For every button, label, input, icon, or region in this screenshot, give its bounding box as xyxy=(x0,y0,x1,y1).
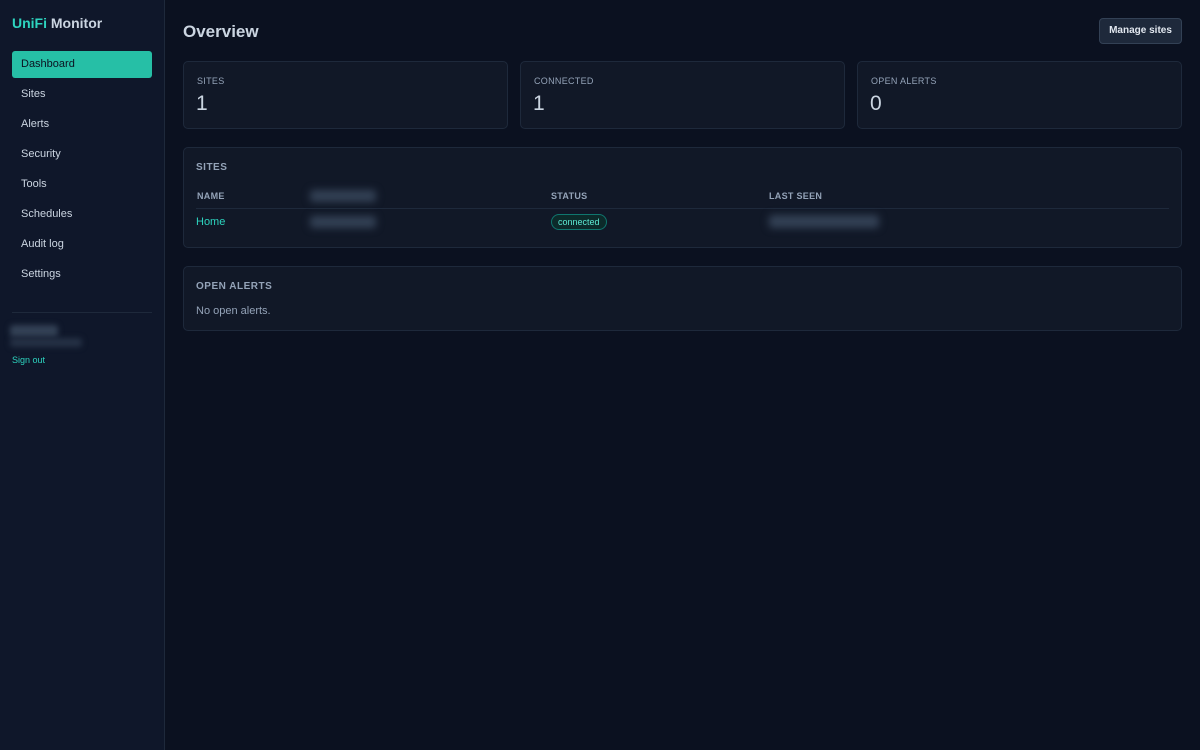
sidebar-item-audit-log[interactable]: Audit log xyxy=(12,231,152,258)
brand-accent: UniFi xyxy=(12,15,47,31)
panel-title: SITES xyxy=(196,162,228,173)
status-badge: connected xyxy=(551,214,607,230)
panel-title: OPEN ALERTS xyxy=(196,281,273,292)
redacted-user-email xyxy=(10,338,82,347)
redacted-last-seen xyxy=(769,215,879,228)
sidebar-item-alerts[interactable]: Alerts xyxy=(12,111,152,138)
page-title: Overview xyxy=(183,22,259,41)
table-divider xyxy=(196,208,1169,209)
site-name-link[interactable]: Home xyxy=(196,216,225,228)
empty-alerts-message: No open alerts. xyxy=(196,305,271,317)
redacted-header-field xyxy=(310,190,376,202)
stat-value: 1 xyxy=(533,92,545,115)
sidebar-item-settings[interactable]: Settings xyxy=(12,261,152,288)
stat-card-connected: CONNECTED 1 xyxy=(520,61,845,129)
sidebar-item-dashboard[interactable]: Dashboard xyxy=(12,51,152,78)
sidebar-item-schedules[interactable]: Schedules xyxy=(12,201,152,228)
main-content: Overview Manage sites SITES 1 CONNECTED … xyxy=(183,0,1182,750)
stat-label: CONNECTED xyxy=(534,76,594,86)
column-header-name: NAME xyxy=(197,191,225,201)
manage-sites-button[interactable]: Manage sites xyxy=(1099,18,1182,44)
sidebar: UniFi Monitor Dashboard Sites Alerts Sec… xyxy=(0,0,165,750)
sign-out-link[interactable]: Sign out xyxy=(12,355,45,365)
sites-panel: SITES NAME STATUS LAST SEEN Home connect… xyxy=(183,147,1182,248)
redacted-user-name xyxy=(10,325,58,337)
stat-card-open-alerts: OPEN ALERTS 0 xyxy=(857,61,1182,129)
sidebar-item-security[interactable]: Security xyxy=(12,141,152,168)
stat-label: SITES xyxy=(197,76,225,86)
column-header-status: STATUS xyxy=(551,191,588,201)
app-brand: UniFi Monitor xyxy=(12,15,102,31)
stat-value: 0 xyxy=(870,92,882,115)
brand-rest: Monitor xyxy=(47,15,103,31)
column-header-last-seen: LAST SEEN xyxy=(769,191,823,201)
stat-card-sites: SITES 1 xyxy=(183,61,508,129)
sidebar-divider xyxy=(12,312,152,313)
sidebar-item-sites[interactable]: Sites xyxy=(12,81,152,108)
redacted-site-id xyxy=(310,216,376,228)
stat-label: OPEN ALERTS xyxy=(871,76,937,86)
sidebar-item-tools[interactable]: Tools xyxy=(12,171,152,198)
sidebar-nav: Dashboard Sites Alerts Security Tools Sc… xyxy=(12,51,152,291)
open-alerts-panel: OPEN ALERTS No open alerts. xyxy=(183,266,1182,331)
stat-value: 1 xyxy=(196,92,208,115)
